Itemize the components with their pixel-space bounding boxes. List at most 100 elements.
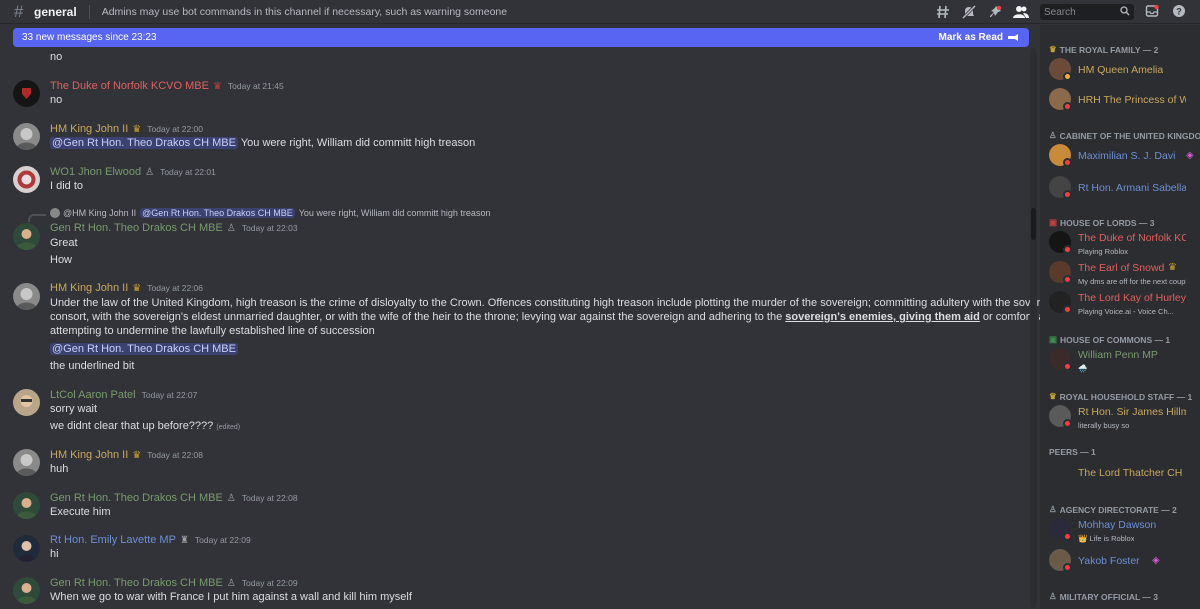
message-author[interactable]: HM King John II (50, 123, 128, 135)
avatar (1049, 461, 1071, 483)
pin-icon[interactable] (982, 5, 1008, 19)
dnd-status-icon (1063, 275, 1072, 284)
reply-author[interactable]: @HM King John II (63, 208, 136, 218)
member-name: HM Queen Amelia (1078, 64, 1164, 76)
member-item[interactable]: Mohhay Dawson 👑 Life is Roblox (1048, 516, 1198, 544)
threads-icon[interactable] (930, 5, 956, 19)
crown-icon: ♛ (1049, 44, 1057, 54)
message-author[interactable]: WO1 Jhon Elwood (50, 166, 141, 178)
role-icon: ♜ (179, 534, 189, 546)
member-item[interactable]: Rt Hon. Armani Sabella (1048, 174, 1198, 202)
member-group-header: ♛ ROYAL HOUSEHOLD STAFF — 1 (1049, 391, 1193, 402)
reply-avatar (50, 208, 60, 218)
member-item[interactable]: The Duke of Norfolk KCVO MBE Playing Rob… (1048, 229, 1198, 257)
member-item[interactable]: Maximilian S. J. Davies ◈ (1048, 142, 1198, 170)
reply-text: You were right, William did committ high… (298, 208, 491, 218)
avatar[interactable] (13, 389, 40, 416)
member-item[interactable]: Rt Hon. Sir James Hillman literally busy… (1048, 403, 1198, 431)
role-icon: ▣ (1049, 334, 1058, 344)
message-text: attempting to undermine the lawfully est… (50, 325, 375, 337)
chat-scrollbar[interactable] (1030, 48, 1037, 608)
message-author[interactable]: Gen Rt Hon. Theo Drakos CH MBE (50, 492, 223, 504)
avatar[interactable] (13, 577, 40, 604)
message-author[interactable]: Rt Hon. Emily Lavette MP (50, 534, 176, 546)
avatar[interactable] (13, 80, 40, 107)
message-author[interactable]: HM King John II (50, 449, 128, 461)
soldier-icon: ♙ (226, 222, 236, 234)
user-mention[interactable]: @Gen Rt Hon. Theo Drakos CH MBE (50, 137, 238, 149)
member-item[interactable]: Yakob Foster ◈ (1048, 547, 1198, 575)
avatar[interactable] (13, 166, 40, 193)
message-list[interactable]: 33 new messages since 23:23 Mark as Read… (0, 25, 1040, 609)
header-divider (88, 4, 90, 19)
svg-text:?: ? (1176, 7, 1182, 17)
message-timestamp: Today at 22:09 (194, 535, 251, 545)
soldier-icon: ♙ (1049, 591, 1057, 601)
message-author[interactable]: LtCol Aaron Patel (50, 389, 136, 401)
member-name: William Penn MP (1078, 349, 1158, 361)
message-text: hi (50, 548, 59, 560)
member-status: Playing Voice.ai - Voice Ch... (1078, 307, 1174, 316)
user-mention[interactable]: @Gen Rt Hon. Theo Drakos CH MBE (50, 343, 238, 355)
member-item[interactable]: William Penn MP 🌧️ (1048, 346, 1198, 374)
inbox-icon[interactable] (1145, 4, 1159, 21)
avatar[interactable] (13, 449, 40, 476)
member-group-header: ♙ CABINET OF THE UNITED KINGDOM — 2 (1049, 130, 1200, 141)
mark-as-read-button[interactable]: Mark as Read (939, 32, 1019, 43)
avatar[interactable] (13, 223, 40, 250)
member-status: 🌧️ (1078, 364, 1088, 373)
new-messages-bar[interactable]: 33 new messages since 23:23 Mark as Read (13, 28, 1029, 47)
reply-mention[interactable]: @Gen Rt Hon. Theo Drakos CH MBE (140, 208, 295, 218)
message-text: huh (50, 463, 69, 475)
crown-icon: ♛ (132, 282, 142, 294)
message-timestamp: Today at 22:01 (160, 167, 216, 177)
message-timestamp: Today at 21:45 (227, 81, 284, 91)
message-text: we didnt clear that up before???? (edite… (50, 420, 240, 432)
crown-icon: ♛ (1168, 262, 1177, 273)
mute-icon[interactable] (956, 5, 982, 19)
message-author[interactable]: HM King John II (50, 282, 128, 294)
help-icon[interactable]: ? (1172, 4, 1186, 21)
message-timestamp: Today at 22:03 (241, 223, 298, 233)
search-input[interactable]: Search (1040, 4, 1134, 20)
search-icon (1120, 5, 1130, 19)
avatar[interactable] (13, 535, 40, 562)
member-item[interactable]: HM Queen Amelia (1048, 56, 1198, 84)
member-group-header: ♙ AGENCY DIRECTORATE — 2 (1049, 504, 1177, 515)
chat-scrollbar-thumb[interactable] (1031, 208, 1036, 240)
message-timestamp: Today at 22:09 (241, 578, 298, 588)
message-author[interactable]: Gen Rt Hon. Theo Drakos CH MBE (50, 577, 223, 589)
message-text: How (50, 254, 73, 266)
member-list[interactable]: ♛ THE ROYAL FAMILY — 2 HM Queen Amelia H… (1040, 25, 1200, 609)
member-item[interactable]: HRH The Princess of Wales (1048, 86, 1198, 114)
soldier-icon: ♙ (226, 577, 236, 589)
member-name: The Duke of Norfolk KCVO MBE (1078, 232, 1186, 244)
dnd-status-icon (1063, 190, 1072, 199)
dnd-status-icon (1063, 158, 1072, 167)
search-placeholder: Search (1044, 6, 1076, 18)
message-author[interactable]: The Duke of Norfolk KCVO MBE (50, 80, 209, 92)
message-author[interactable]: Gen Rt Hon. Theo Drakos CH MBE (50, 222, 223, 234)
member-name: Rt Hon. Sir James Hillman (1078, 406, 1186, 418)
avatar[interactable] (13, 492, 40, 519)
role-icon: ▣ (1049, 217, 1058, 227)
message-timestamp: Today at 22:08 (147, 450, 203, 460)
member-item[interactable]: The Lord Thatcher CH (1048, 459, 1198, 487)
message-text: Execute him (50, 506, 111, 518)
reply-spine (28, 214, 46, 222)
member-item[interactable]: The Earl of Snowdon ♛ My dms are off for… (1048, 259, 1198, 287)
soldier-icon: ♙ (1049, 130, 1057, 140)
channel-topic[interactable]: Admins may use bot commands in this chan… (102, 6, 507, 18)
avatar[interactable] (13, 123, 40, 150)
members-icon[interactable] (1008, 5, 1034, 19)
reply-preview[interactable]: @HM King John II @Gen Rt Hon. Theo Drako… (50, 208, 490, 218)
streaming-status-icon (1063, 563, 1072, 572)
edited-label: (edited) (216, 424, 241, 431)
message-text: When we go to war with France I put him … (50, 591, 412, 603)
member-item[interactable]: The Lord Kay of Hurley Playing Voice.ai … (1048, 289, 1198, 317)
message-body: we didnt clear that up before???? (50, 420, 214, 432)
message-timestamp: Today at 22:06 (147, 283, 203, 293)
member-name: Yakob Foster (1078, 555, 1140, 567)
member-group-header: ▣ HOUSE OF LORDS — 3 (1049, 217, 1155, 228)
avatar[interactable] (13, 283, 40, 310)
